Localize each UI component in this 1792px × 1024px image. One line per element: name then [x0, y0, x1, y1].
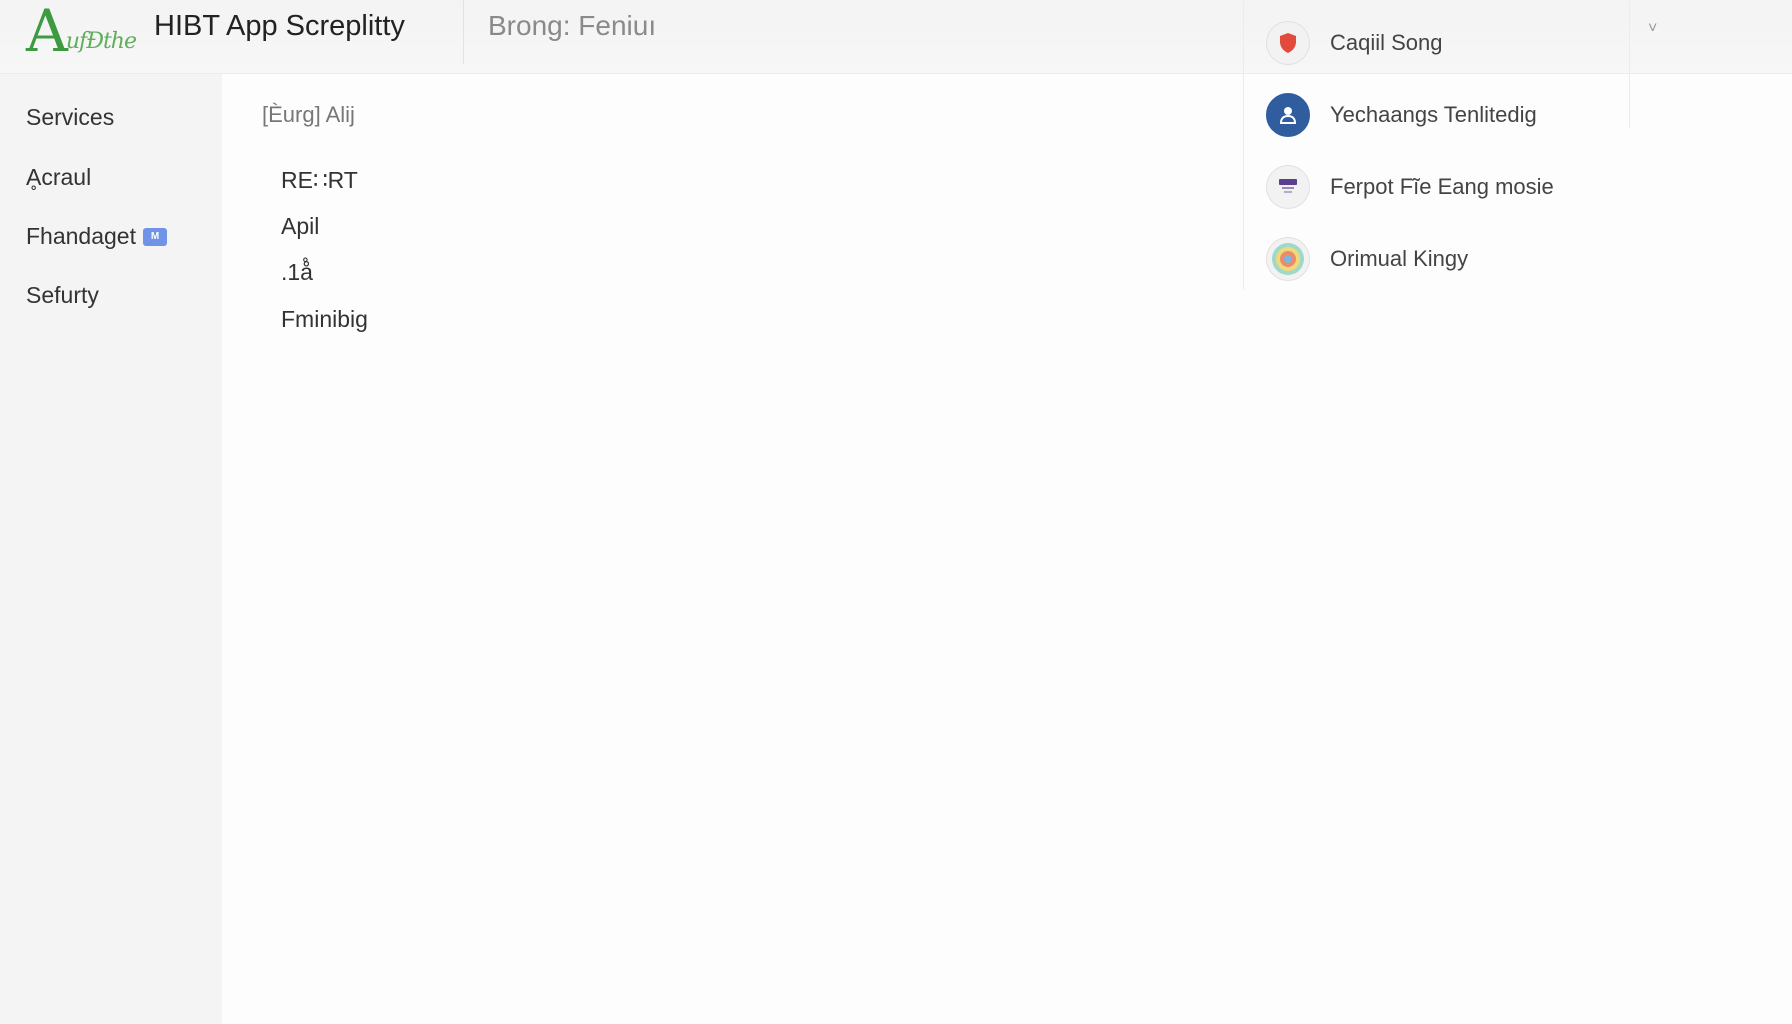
list-item[interactable]: RE∷RT: [281, 167, 358, 194]
red-shield-icon: [1266, 21, 1310, 65]
chevron-down-icon[interactable]: ˅: [1648, 20, 1657, 38]
sidebar-item-label: Services: [26, 104, 115, 130]
breadcrumb: [Èurg] Alij: [262, 102, 355, 127]
logo-script: ufÐthe: [65, 29, 137, 54]
sidebar: Services Ḁcraul Fhandaget M Sefurty: [0, 74, 222, 1024]
app-window: A ufÐthe HIBT App Screplitty Brong: Feni…: [0, 0, 1792, 1024]
panel-item-orimual-kingy[interactable]: Orimual Kingy: [1266, 235, 1468, 283]
panel-item-yechaangs-tenlitedig[interactable]: Yechaangs Tenlitedig: [1266, 91, 1537, 139]
sidebar-item-sefurty[interactable]: Sefurty: [26, 282, 99, 309]
sidebar-item-acraul[interactable]: Ḁcraul: [26, 164, 91, 191]
header-context-label: Brong: Feniuı: [488, 10, 657, 41]
sidebar-item-services[interactable]: Services: [26, 104, 114, 131]
list-item[interactable]: Fminibig: [281, 306, 368, 333]
colorful-emblem-icon: [1266, 237, 1310, 281]
app-logo[interactable]: A ufÐthe: [26, 0, 146, 60]
sidebar-item-fhandaget[interactable]: Fhandaget M: [26, 223, 167, 250]
panel-item-label: Orimual Kingy: [1330, 246, 1469, 271]
new-badge: M: [142, 227, 167, 246]
certificate-seal-icon: [1266, 165, 1310, 209]
panel-item-label: Yechaangs Tenlitedig: [1330, 102, 1537, 127]
list-item[interactable]: .1å̊: [281, 259, 313, 286]
sidebar-item-label: Ḁcraul: [26, 164, 92, 190]
header-divider: [463, 0, 464, 64]
panel-item-ferpot-fie-eang-mosie[interactable]: Ferpot Fĩe Eang mosie: [1266, 163, 1554, 211]
list-item[interactable]: Apil: [281, 213, 319, 240]
panel-item-label: Caqiil Song: [1330, 30, 1443, 55]
sidebar-item-label: Sefurty: [26, 282, 99, 308]
logo-letter: A: [26, 0, 68, 65]
panel-item-caqiil-song[interactable]: Caqiil Song: [1266, 19, 1443, 67]
account-dropdown-panel: Caqiil Song Yechaangs Tenlitedig Ferpot …: [1243, 0, 1631, 290]
app-title: HIBT App Screplitty: [154, 10, 405, 42]
person-badge-icon: [1266, 93, 1310, 137]
sidebar-item-label: Fhandaget: [26, 223, 136, 249]
panel-item-label: Ferpot Fĩe Eang mosie: [1330, 174, 1554, 199]
